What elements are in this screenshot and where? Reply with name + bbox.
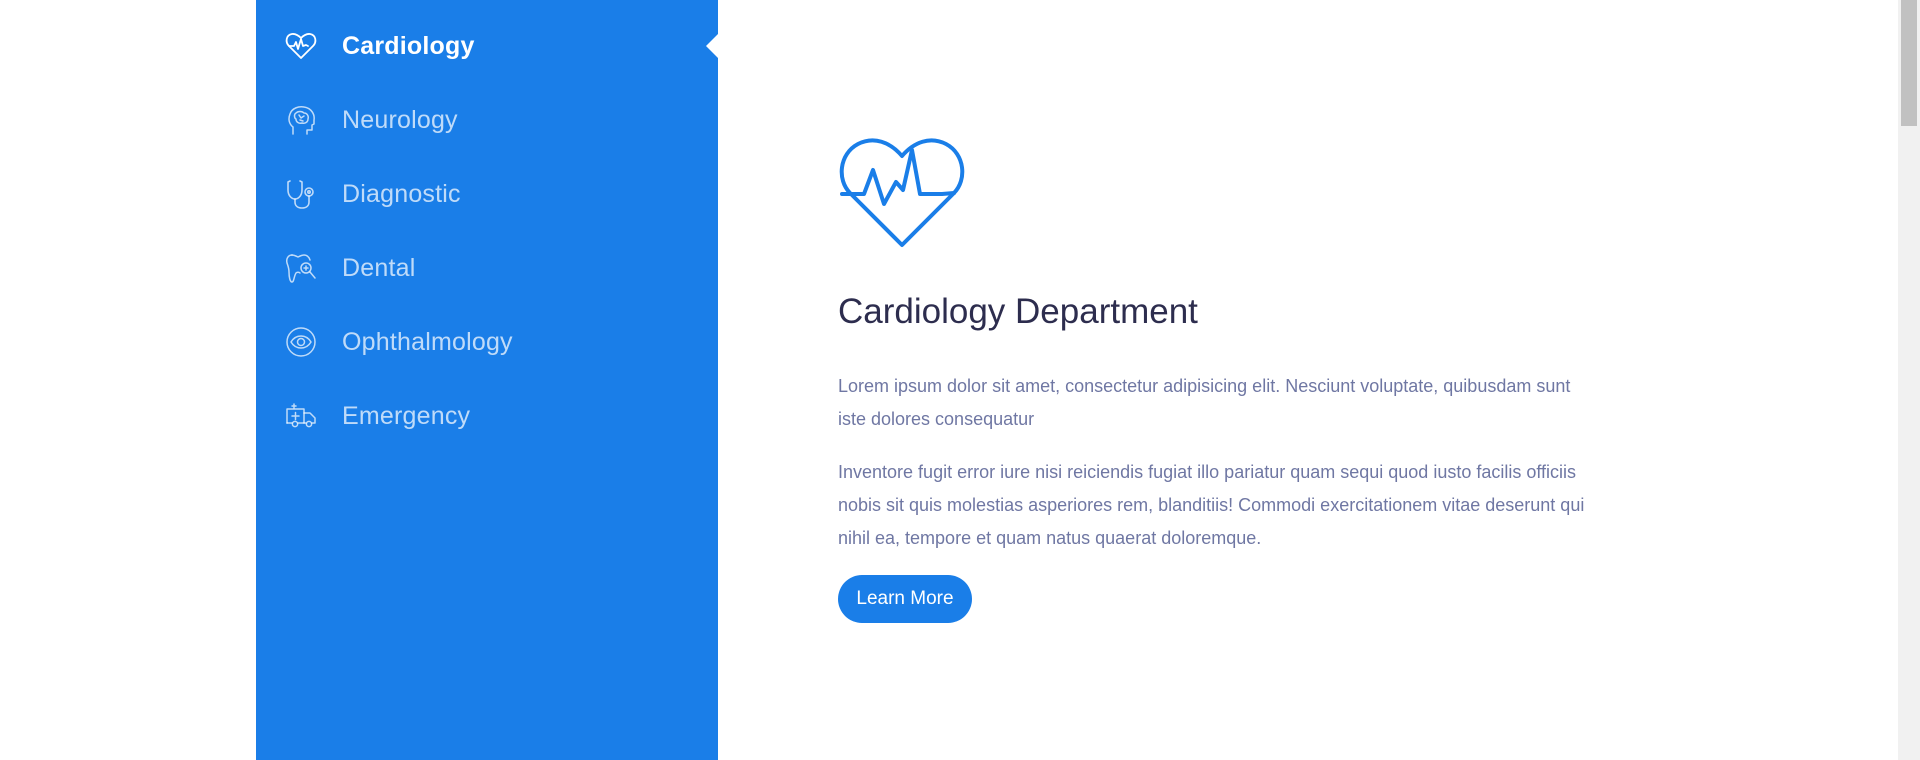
tab-ophthalmology[interactable]: Ophthalmology [256, 305, 718, 379]
tab-label: Emergency [342, 401, 471, 430]
ambulance-icon [284, 399, 318, 433]
tab-cardiology[interactable]: Cardiology [256, 9, 718, 83]
tab-label: Diagnostic [342, 179, 461, 208]
brain-head-icon [284, 103, 318, 137]
active-tab-pointer [706, 34, 718, 58]
tab-label: Ophthalmology [342, 327, 513, 356]
tab-emergency[interactable]: Emergency [256, 379, 718, 453]
eye-icon [284, 325, 318, 359]
description-paragraph: Inventore fugit error iure nisi reiciend… [838, 462, 1585, 548]
learn-more-button[interactable]: Learn More [838, 575, 972, 623]
page: Cardiology Neurology Diagnostic Dental O… [0, 0, 1920, 760]
tab-label: Cardiology [342, 31, 475, 60]
department-content: Cardiology Department Lorem ipsum dolor … [838, 0, 1598, 760]
vertical-scrollbar[interactable] [1898, 0, 1920, 760]
tab-label: Dental [342, 253, 416, 282]
tooth-icon [284, 251, 318, 285]
tab-diagnostic[interactable]: Diagnostic [256, 157, 718, 231]
department-sidebar: Cardiology Neurology Diagnostic Dental O… [256, 0, 718, 760]
tab-neurology[interactable]: Neurology [256, 83, 718, 157]
tab-dental[interactable]: Dental [256, 231, 718, 305]
tab-label: Neurology [342, 105, 458, 134]
heart-pulse-icon [839, 138, 965, 247]
department-title: Cardiology Department [838, 292, 1198, 331]
heart-pulse-icon [284, 29, 318, 63]
stethoscope-icon [284, 177, 318, 211]
scrollbar-thumb[interactable] [1901, 0, 1917, 126]
description-paragraph: Lorem ipsum dolor sit amet, consectetur … [838, 376, 1571, 429]
